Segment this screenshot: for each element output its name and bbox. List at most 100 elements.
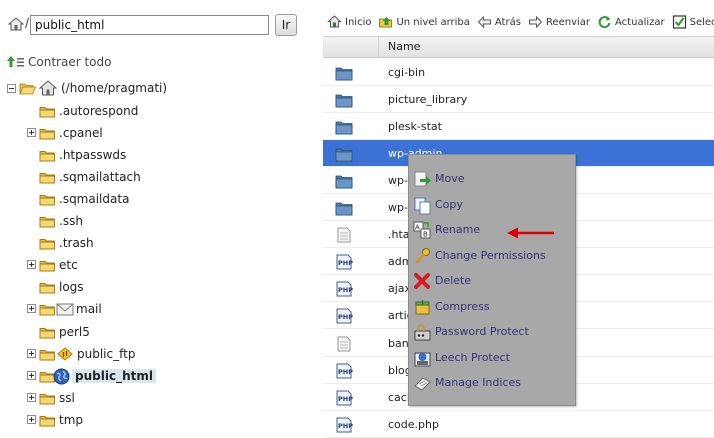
tree-node-mail[interactable]: mail [27,300,102,318]
menu-item-change-permissions[interactable]: Change Permissions [409,245,575,267]
toolbar-inicio-button[interactable]: Inicio [327,15,371,29]
column-header-name[interactable]: Name [388,40,420,53]
menu-item-label: Copy [435,198,463,211]
collapse-all-link[interactable]: Contraer todo [7,54,111,70]
menu-item-copy[interactable]: Copy [409,194,575,216]
folder-icon [335,94,353,108]
toolbar-actualizar-button[interactable]: Actualizar [597,15,665,29]
open-folder-icon [19,83,36,94]
menu-item-delete[interactable]: Delete [409,270,575,292]
tree-node-label: public_html [72,369,156,383]
table-row[interactable]: PHP code.php [323,411,714,438]
collapse-all-icon [7,56,24,67]
move-icon [414,171,431,187]
tree-root-node[interactable]: (/home/pragmati) [7,79,167,97]
folder-icon [39,393,55,404]
tree-node-public-html[interactable]: public_html [27,367,156,385]
folder-icon [39,128,55,139]
menu-item-compress[interactable]: Compress [409,296,575,318]
folder-icon [39,150,55,161]
tree-node-logs[interactable]: logs [27,278,84,296]
tree-node-label: .sqmaildata [59,192,130,206]
ftp-icon [57,347,73,361]
up-level-icon [379,17,393,28]
folder-icon [335,202,353,216]
svg-text:A: A [415,224,420,232]
toolbar-label: Atrás [494,16,521,28]
tree-expand-toggle[interactable] [27,415,36,424]
tree-node-etc[interactable]: etc [27,256,78,274]
toolbar-selec-button[interactable]: Selec [672,15,714,29]
toolbar-label: Actualizar [615,16,665,28]
php-file-icon: PHP [336,281,353,297]
menu-item-move[interactable]: Move [409,168,575,190]
toolbar-atr-s-button[interactable]: Atrás [477,15,521,29]
folder-icon [39,349,55,360]
home-icon[interactable] [8,17,24,31]
file-toolbar: Inicio Un nivel arriba Atrás Reenviar Actual… [323,9,714,35]
tree-node-dot-trash[interactable]: .trash [27,234,94,252]
tree-expand-toggle[interactable] [27,260,36,269]
tree-expand-toggle[interactable] [27,349,36,358]
path-input[interactable] [30,15,269,35]
tree-expand-toggle[interactable] [27,393,36,402]
tree-node-tmp[interactable]: tmp [27,411,83,429]
table-row[interactable]: cgi-bin [323,59,714,86]
globe-icon [53,368,70,384]
tree-expand-toggle[interactable] [27,371,36,380]
file-name: code.php [388,418,439,431]
tree-node-label: public_ftp [77,347,136,361]
folder-icon [39,415,55,426]
tree-node-label: .trash [59,236,94,250]
menu-item-leech-protect[interactable]: Leech Protect [409,347,575,369]
menu-item-label: Delete [435,274,472,287]
tree-node-perl5[interactable]: perl5 [27,323,90,341]
table-header: Name [323,36,714,58]
file-name: plesk-stat [388,120,442,133]
folder-icon [39,106,55,117]
text-file-icon [337,227,351,243]
tree-node-dot-cpanel[interactable]: .cpanel [27,124,103,142]
menu-item-password-protect[interactable]: Password Protect [409,321,575,343]
refresh-icon [598,16,611,29]
tree-expand-toggle[interactable] [27,304,36,313]
tree-node-ssl[interactable]: ssl [27,389,75,407]
tree-node-label: logs [59,280,84,294]
tree-node-label: .sqmailattach [59,170,141,184]
svg-text:PHP: PHP [338,286,353,294]
tree-node-label: ssl [59,391,75,405]
toolbar-label: Un nivel arriba [396,16,470,28]
menu-item-manage-indices[interactable]: Manage Indices [409,372,575,394]
tree-node-public-ftp[interactable]: public_ftp [27,345,135,363]
tree-node-dot-autorespond[interactable]: .autorespond [27,102,138,120]
context-menu: Move Copy A B Rename Change Permissions Delete… [408,154,576,406]
folder-icon [39,216,55,227]
folder-icon [39,172,55,183]
go-button[interactable]: Ir [275,14,297,36]
tree-node-dot-ssh[interactable]: .ssh [27,212,83,230]
tree-expand-toggle[interactable] [27,128,36,137]
toolbar-label: Selec [689,16,714,28]
folder-icon [335,121,353,135]
tree-node-dot-sqmaildata[interactable]: .sqmaildata [27,190,129,208]
toolbar-reenviar-button[interactable]: Reenviar [528,15,590,29]
tree-node-label: .ssh [59,214,83,228]
forward-arrow-icon [528,15,543,29]
tree-node-label: tmp [59,413,84,427]
svg-text:PHP: PHP [338,259,353,267]
tree-node-label: mail [76,302,102,316]
tree-collapse-toggle[interactable] [7,83,16,93]
folder-icon [335,148,353,162]
folder-icon [39,327,55,338]
table-row[interactable]: picture_library [323,86,714,113]
folder-icon [39,282,55,293]
delete-x-icon [414,273,430,289]
table-row[interactable]: plesk-stat [323,113,714,140]
tree-node-dot-htpasswds[interactable]: .htpasswds [27,146,126,164]
php-file-icon: PHP [336,308,353,324]
toolbar-un-nivel-arriba-button[interactable]: Un nivel arriba [378,15,470,29]
tree-node-label: etc [59,258,78,272]
folder-icon [39,260,55,271]
tree-node-dot-sqmailattach[interactable]: .sqmailattach [27,168,141,186]
php-file-icon: PHP [336,363,353,379]
